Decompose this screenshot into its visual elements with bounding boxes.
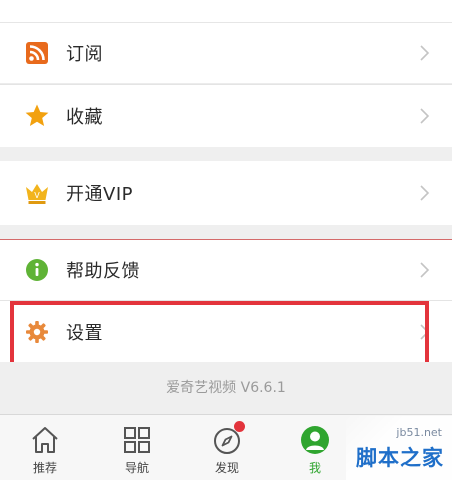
previous-row-remnant — [0, 0, 452, 23]
tab-label: 发现 — [214, 461, 239, 475]
rss-icon — [24, 40, 50, 66]
info-icon — [24, 257, 50, 283]
section-gap — [0, 147, 452, 161]
menu-item-label: 收藏 — [66, 107, 103, 128]
version-text: 爱奇艺视频 V6.6.1 — [0, 362, 452, 414]
tab-label: 导航 — [124, 461, 149, 475]
watermark-brand: 脚本之家 — [356, 446, 444, 470]
menu-item-vip[interactable]: V 开通VIP — [0, 161, 452, 225]
tab-discover[interactable]: 发现 — [182, 415, 272, 480]
menu-item-favorites[interactable]: 收藏 — [0, 85, 452, 147]
tab-recommend[interactable]: 推荐 — [0, 415, 90, 480]
tab-label: 推荐 — [32, 461, 57, 475]
menu-item-label: 帮助反馈 — [66, 261, 140, 282]
chevron-right-icon — [416, 44, 434, 62]
svg-text:V: V — [34, 191, 40, 200]
notification-badge — [234, 421, 245, 432]
home-icon — [32, 427, 58, 453]
watermark-url: jb51.net — [396, 426, 442, 439]
grid-icon — [124, 427, 150, 453]
star-icon — [24, 103, 50, 129]
menu-item-label: 开通VIP — [66, 184, 133, 205]
watermark: jb51.net 脚本之家 — [346, 416, 452, 480]
tab-navigation[interactable]: 导航 — [92, 415, 182, 480]
menu-item-subscribe[interactable]: 订阅 — [0, 23, 452, 83]
app-screen: 订阅 收藏 V 开通VIP 帮助反馈 设置 爱奇艺视频 V6.6.1 推荐 导航… — [0, 0, 452, 480]
avatar-icon — [301, 426, 329, 454]
chevron-right-icon — [416, 184, 434, 202]
section-gap — [0, 225, 452, 239]
chevron-right-icon — [416, 261, 434, 279]
menu-item-label: 订阅 — [66, 44, 103, 65]
crown-icon: V — [24, 180, 50, 206]
annotation-highlight-box — [10, 301, 429, 366]
chevron-right-icon — [416, 107, 434, 125]
menu-item-help-feedback[interactable]: 帮助反馈 — [0, 240, 452, 300]
